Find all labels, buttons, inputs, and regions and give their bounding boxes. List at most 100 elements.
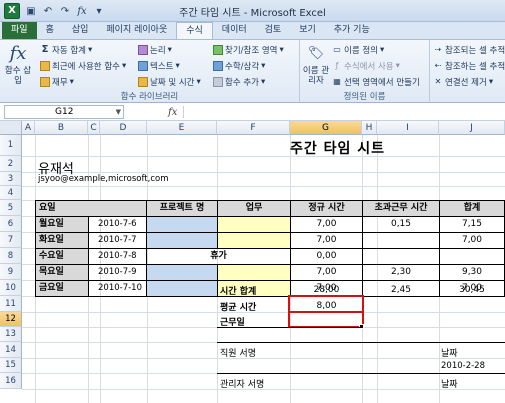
- day-cell[interactable]: 목요일: [35, 264, 89, 281]
- tab-review[interactable]: 검토: [256, 22, 291, 39]
- text-button[interactable]: 텍스트 ▾: [138, 60, 180, 72]
- date-cell[interactable]: 2010-7-8: [88, 248, 147, 265]
- tab-home[interactable]: 홈: [37, 22, 63, 39]
- header-regular-hours[interactable]: 정규 시간: [290, 200, 363, 217]
- formula-input[interactable]: [184, 105, 505, 119]
- overtime-cell[interactable]: 0,15: [362, 216, 440, 233]
- total-total-value[interactable]: 30,45: [439, 285, 505, 295]
- task-cell[interactable]: [217, 216, 291, 233]
- row-header[interactable]: 6: [0, 216, 22, 232]
- column-header[interactable]: C: [88, 121, 100, 135]
- total-cell[interactable]: [439, 248, 505, 265]
- math-trig-button[interactable]: 수학/삼각 ▾: [213, 60, 265, 72]
- total-regular-value[interactable]: 28,00: [290, 285, 363, 295]
- header-overtime[interactable]: 초과근무 시간: [362, 200, 440, 217]
- project-cell[interactable]: [146, 264, 218, 281]
- row-header[interactable]: 8: [0, 248, 22, 264]
- financial-button[interactable]: 재무 ▾: [40, 76, 74, 88]
- total-cell[interactable]: 9,30: [439, 264, 505, 281]
- column-header[interactable]: F: [217, 121, 290, 135]
- column-header[interactable]: G: [290, 121, 362, 135]
- row-header[interactable]: 1: [0, 135, 22, 156]
- project-cell[interactable]: [146, 280, 218, 297]
- trace-dependents-button[interactable]: ⇠ 참조하는 셀 추적: [433, 60, 505, 72]
- header-task[interactable]: 업무: [217, 200, 291, 217]
- chevron-down-icon[interactable]: ▼: [116, 106, 121, 118]
- date-label: 날짜: [441, 349, 458, 359]
- column-header[interactable]: H: [362, 121, 377, 135]
- regular-cell[interactable]: 7,00: [290, 216, 363, 233]
- total-overtime-value[interactable]: 2,45: [362, 285, 440, 295]
- column-header[interactable]: D: [100, 121, 147, 135]
- row-header[interactable]: 9: [0, 264, 22, 280]
- day-cell[interactable]: 수요일: [35, 248, 89, 265]
- row-header[interactable]: 15: [0, 358, 22, 373]
- tab-insert[interactable]: 삽입: [63, 22, 98, 39]
- lookup-reference-button[interactable]: 찾기/참조 영역 ▾: [213, 44, 284, 56]
- row-header[interactable]: 16: [0, 373, 22, 389]
- total-cell[interactable]: 7,15: [439, 216, 505, 233]
- date-cell[interactable]: 2010-7-10: [88, 280, 147, 297]
- row-header[interactable]: 7: [0, 232, 22, 248]
- row-header[interactable]: 10: [0, 280, 22, 296]
- insert-function-button[interactable]: fx 함수 삽입: [4, 43, 32, 86]
- total-cell[interactable]: 7,00: [439, 232, 505, 249]
- column-header[interactable]: I: [377, 121, 439, 135]
- header-total[interactable]: 합계: [439, 200, 505, 217]
- autosum-button[interactable]: Σ 자동 합계 ▾: [40, 44, 93, 57]
- trace-precedents-button[interactable]: ⇢ 참조되는 셀 추적: [433, 44, 505, 56]
- remove-arrows-button[interactable]: ✕ 연결선 제거 ▾: [433, 76, 493, 88]
- column-header[interactable]: B: [35, 121, 88, 135]
- project-cell[interactable]: [146, 232, 218, 249]
- day-cell[interactable]: 화요일: [35, 232, 89, 249]
- row-header[interactable]: 3: [0, 172, 22, 186]
- date-value[interactable]: 2010-2-28: [441, 361, 485, 371]
- regular-cell[interactable]: 7,00: [290, 232, 363, 249]
- column-header[interactable]: A: [22, 121, 35, 135]
- overtime-cell[interactable]: [362, 248, 440, 265]
- employee-email[interactable]: jsyoo@example,microsoft,com: [38, 174, 169, 184]
- logical-button[interactable]: 논리 ▾: [138, 44, 172, 56]
- overtime-cell[interactable]: 2,30: [362, 264, 440, 281]
- use-in-formula-button[interactable]: ƒ 수식에서 사용 ▾: [332, 60, 400, 72]
- header-project[interactable]: 프로젝트 명: [146, 200, 218, 217]
- fx-icon[interactable]: fx: [168, 107, 177, 118]
- project-cell[interactable]: [146, 216, 218, 233]
- datetime-button[interactable]: 날짜 및 시간 ▾: [138, 76, 201, 88]
- date-cell[interactable]: 2010-7-9: [88, 264, 147, 281]
- define-name-button[interactable]: ▭ 이름 정의 ▾: [332, 44, 384, 56]
- regular-cell[interactable]: 0,00: [290, 248, 363, 265]
- tab-file[interactable]: 파일: [2, 22, 37, 39]
- name-manager-button[interactable]: 🏷 이름 관리자: [302, 43, 330, 86]
- row-header[interactable]: 2: [0, 156, 22, 172]
- column-header[interactable]: J: [439, 121, 505, 135]
- tab-view[interactable]: 보기: [290, 22, 325, 39]
- recent-functions-button[interactable]: 최근에 사용한 함수 ▾: [40, 60, 126, 72]
- task-cell[interactable]: [217, 264, 291, 281]
- day-cell[interactable]: 금요일: [35, 280, 89, 297]
- name-box[interactable]: G12 ▼: [4, 105, 124, 119]
- date-cell[interactable]: 2010-7-6: [88, 216, 147, 233]
- regular-cell[interactable]: 7,00: [290, 264, 363, 281]
- select-all-corner[interactable]: [0, 121, 22, 135]
- row-header[interactable]: 5: [0, 200, 22, 216]
- more-functions-button[interactable]: 함수 추가 ▾: [213, 76, 265, 88]
- tab-page-layout[interactable]: 페이지 레이아웃: [97, 22, 176, 39]
- row-header[interactable]: 13: [0, 327, 22, 342]
- date-cell[interactable]: 2010-7-7: [88, 232, 147, 249]
- tab-formulas[interactable]: 수식: [176, 22, 213, 39]
- header-day[interactable]: 요일: [35, 200, 147, 217]
- overtime-cell[interactable]: [362, 232, 440, 249]
- row-header[interactable]: 12: [0, 312, 22, 327]
- task-cell[interactable]: [217, 232, 291, 249]
- column-header[interactable]: E: [147, 121, 217, 135]
- tab-data[interactable]: 데이터: [213, 22, 256, 39]
- day-cell[interactable]: 월요일: [35, 216, 89, 233]
- create-from-selection-button[interactable]: ▦ 선택 영역에서 만들기: [332, 76, 420, 88]
- tab-add-ins[interactable]: 추가 기능: [325, 22, 379, 39]
- selected-cell-g12[interactable]: [288, 311, 364, 328]
- row-header[interactable]: 11: [0, 296, 22, 312]
- holiday-cell[interactable]: 휴가: [146, 248, 291, 265]
- row-header[interactable]: 4: [0, 186, 22, 200]
- row-header[interactable]: 14: [0, 342, 22, 358]
